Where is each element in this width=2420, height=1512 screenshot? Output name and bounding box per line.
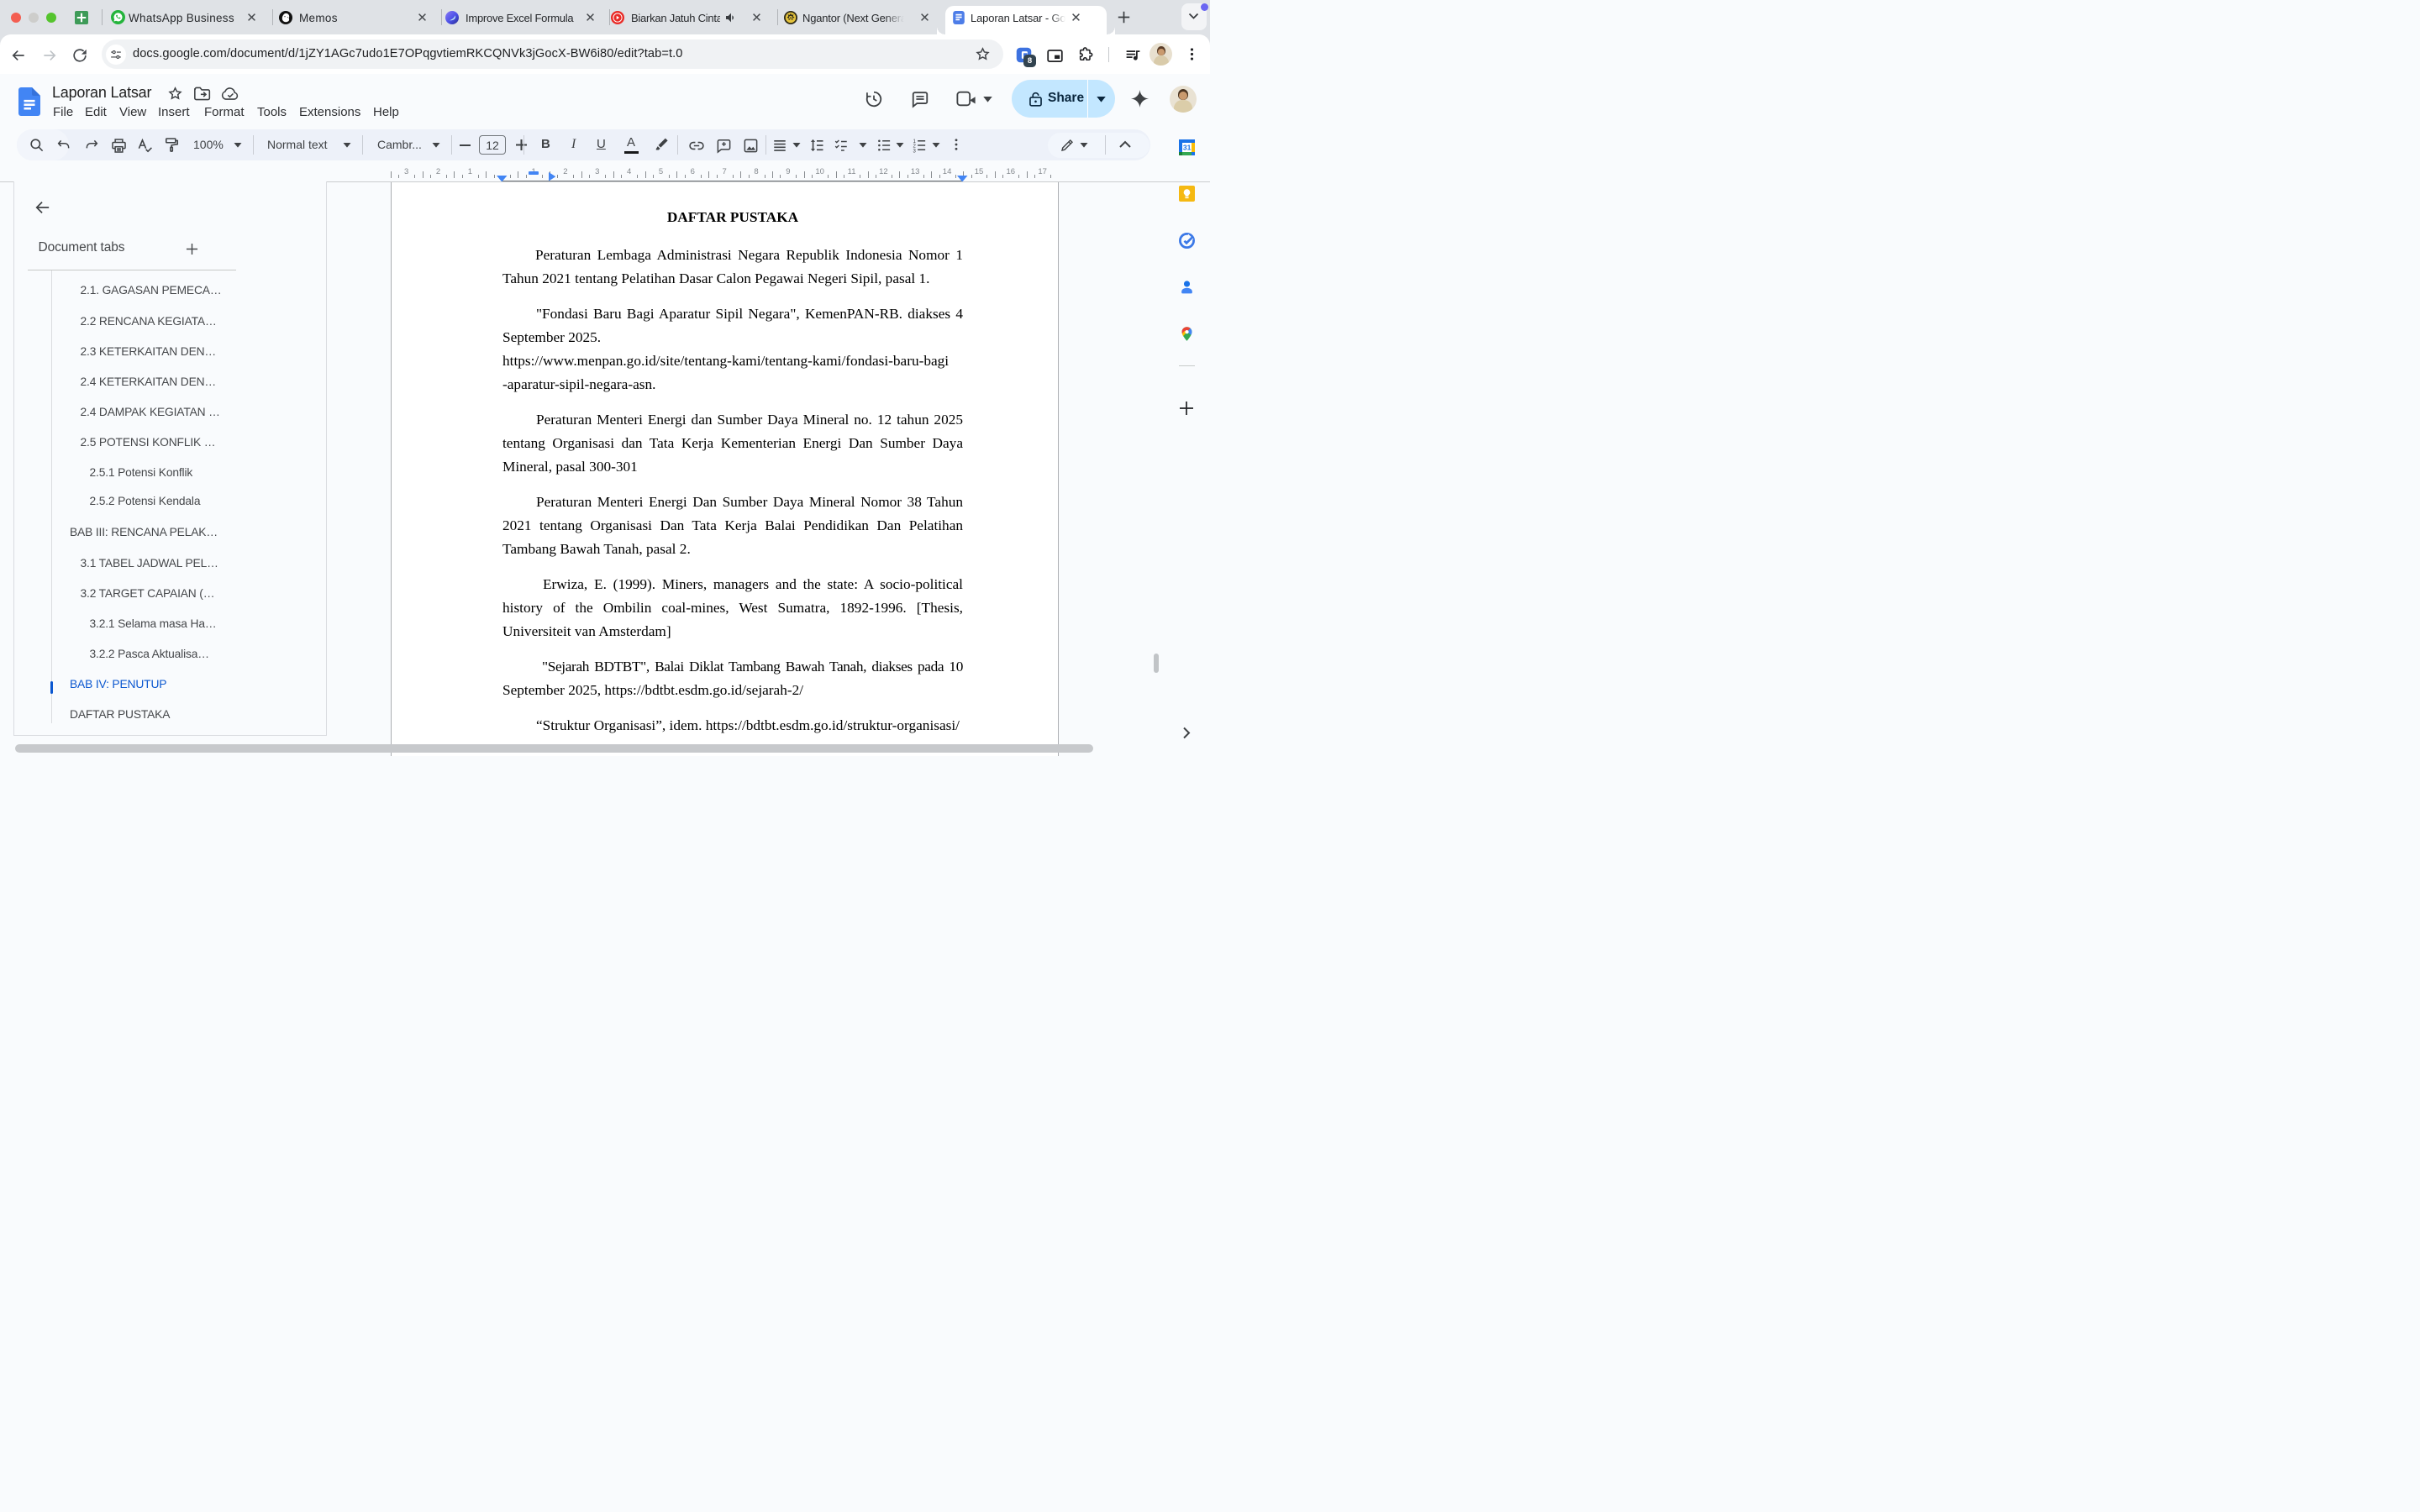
svg-text:31: 31 [1182, 143, 1191, 151]
svg-text:3: 3 [913, 149, 916, 153]
